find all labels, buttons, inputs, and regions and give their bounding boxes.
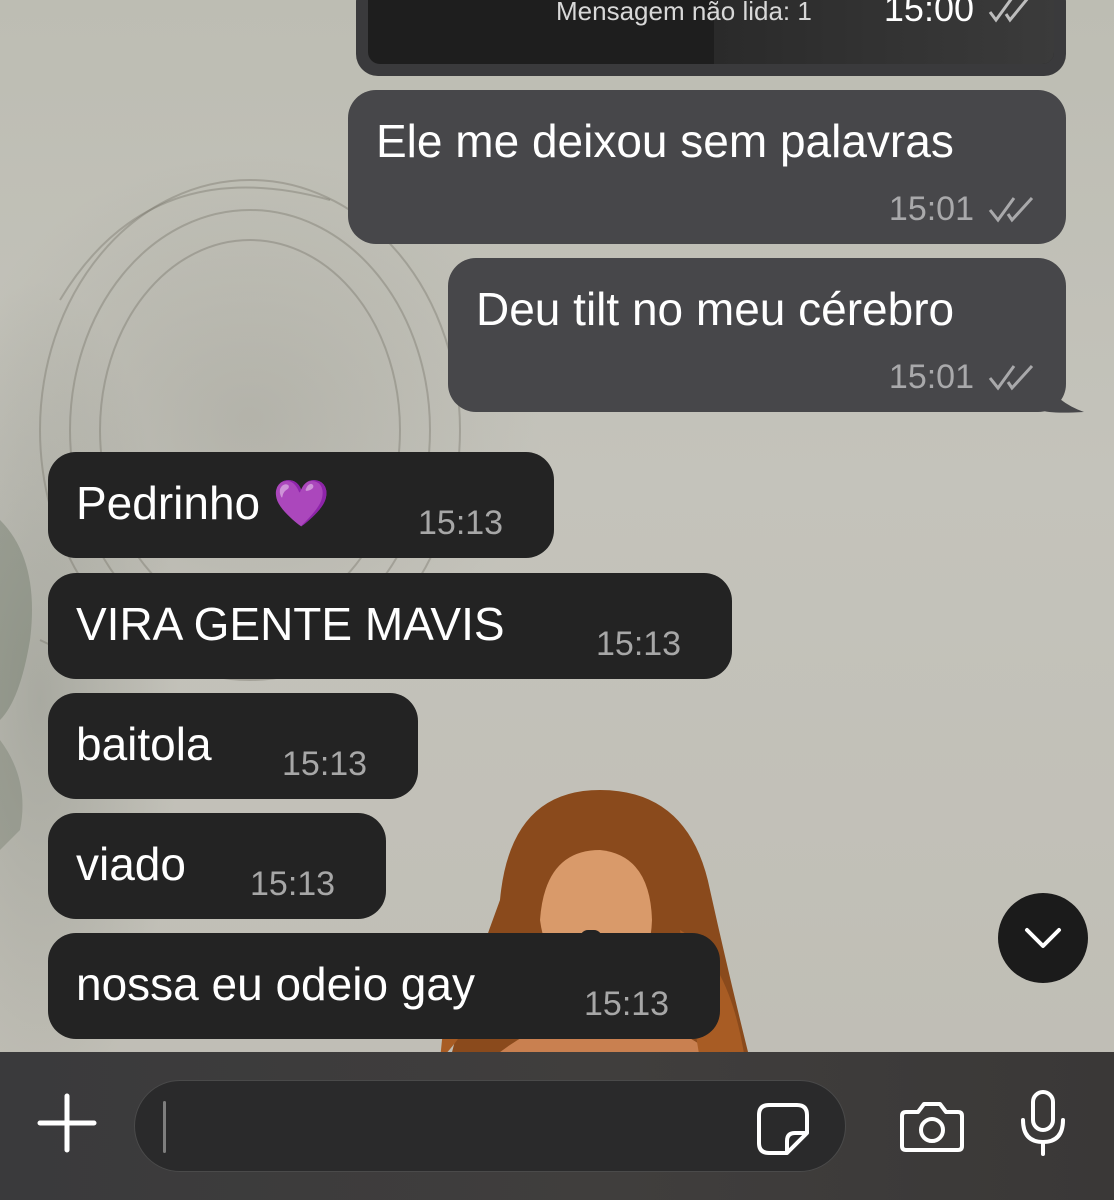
message-bubble-incoming[interactable]: viado 15:13 <box>48 813 386 919</box>
message-bubble-incoming[interactable]: baitola 15:13 <box>48 693 418 799</box>
double-check-icon <box>988 364 1034 391</box>
message-bubble-incoming[interactable]: VIRA GENTE MAVIS 15:13 <box>48 573 732 679</box>
message-time: 15:13 <box>584 985 670 1023</box>
chevron-down-icon <box>1025 928 1061 948</box>
microphone-icon[interactable] <box>1018 1088 1068 1158</box>
message-text: nossa eu odeio gay <box>76 958 475 1010</box>
message-text: Ele me deixou sem palavras <box>376 115 954 167</box>
message-text: Deu tilt no meu cérebro <box>476 283 955 335</box>
message-text: baitola <box>76 718 212 770</box>
message-bubble-outgoing[interactable]: Ele me deixou sem palavras 15:01 <box>348 90 1066 244</box>
scroll-to-bottom-button[interactable] <box>998 893 1088 983</box>
sticker-icon[interactable] <box>755 1101 811 1157</box>
message-text: viado <box>76 838 186 890</box>
message-time: 15:01 <box>888 358 974 396</box>
double-check-icon <box>988 196 1034 223</box>
message-text: VIRA GENTE MAVIS <box>76 598 505 650</box>
message-bubble-incoming[interactable]: Pedrinho 💜 15:13 <box>48 452 554 558</box>
message-input[interactable] <box>134 1080 846 1172</box>
text-caret <box>163 1101 166 1153</box>
quoted-message-preview: Mensagem não lida: 1 <box>556 0 812 26</box>
message-time: 15:13 <box>250 865 336 903</box>
message-time: 15:13 <box>418 504 504 542</box>
message-time: 15:13 <box>282 745 368 783</box>
quoted-message-time: 15:00 <box>883 0 974 29</box>
quoted-message-bubble[interactable]: Mensagem não lida: 1 15:00 <box>356 0 1066 76</box>
plus-icon[interactable] <box>34 1090 100 1156</box>
message-bubble-outgoing[interactable]: Deu tilt no meu cérebro 15:01 <box>448 258 1066 412</box>
message-time: 15:01 <box>888 190 974 228</box>
message-text: Pedrinho 💜 <box>76 477 331 529</box>
camera-icon[interactable] <box>898 1100 966 1154</box>
message-time: 15:13 <box>596 625 682 663</box>
double-check-icon <box>988 0 1029 23</box>
bubble-tail <box>1040 370 1084 413</box>
message-bubble-incoming[interactable]: nossa eu odeio gay 15:13 <box>48 933 720 1039</box>
